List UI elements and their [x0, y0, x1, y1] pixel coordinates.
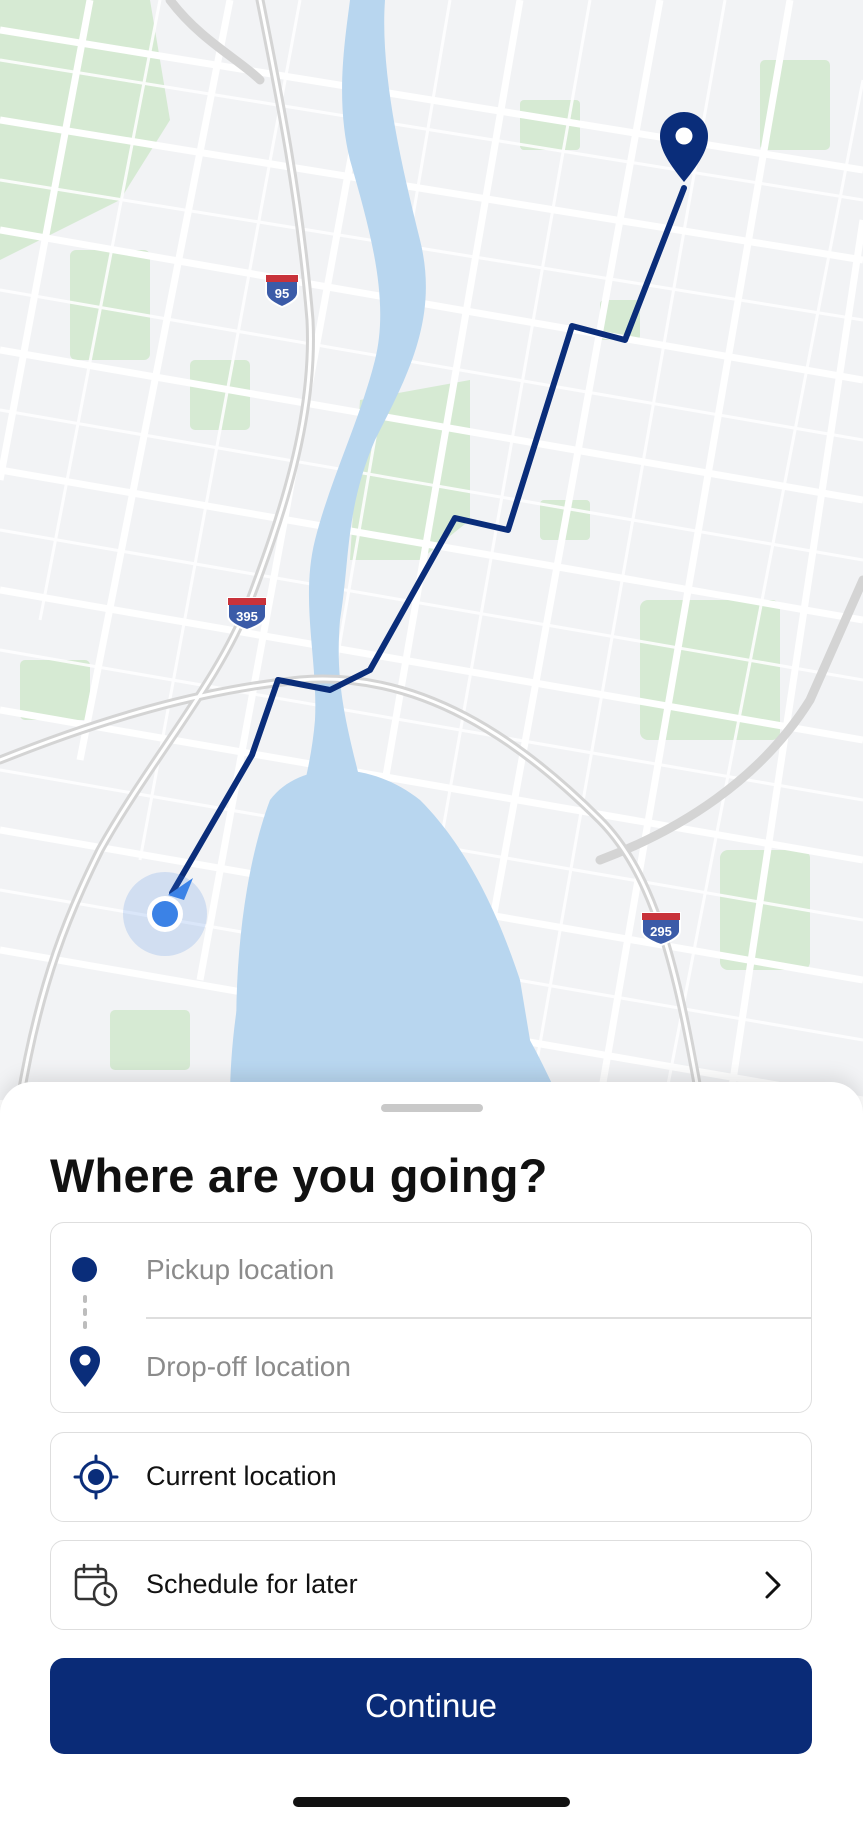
dropoff-input[interactable]	[146, 1342, 746, 1392]
current-location-label: Current location	[146, 1461, 337, 1491]
highway-shield-295-text: 295	[650, 924, 672, 939]
highway-shield-95-text: 95	[275, 286, 289, 301]
current-location-button[interactable]: Current location	[50, 1432, 812, 1522]
bottom-sheet: Where are you going? Current loca	[0, 1082, 863, 1822]
pickup-row[interactable]	[51, 1223, 811, 1317]
schedule-for-later-button[interactable]: Schedule for later	[50, 1540, 812, 1630]
continue-button[interactable]: Continue	[50, 1658, 812, 1754]
pickup-input[interactable]	[146, 1245, 746, 1295]
calendar-clock-icon	[73, 1562, 119, 1608]
pickup-dot-icon	[72, 1257, 97, 1282]
page-title: Where are you going?	[50, 1149, 548, 1202]
sheet-grabber[interactable]	[381, 1104, 483, 1112]
highway-shield-395-text: 395	[236, 609, 258, 624]
route-divider	[146, 1317, 811, 1319]
map-view[interactable]: 95 395 295	[0, 0, 863, 1100]
route-input-card	[50, 1222, 812, 1413]
dropoff-pin-icon	[70, 1346, 100, 1393]
home-indicator	[293, 1797, 570, 1807]
current-location-dot-icon[interactable]	[123, 872, 207, 956]
schedule-label: Schedule for later	[146, 1569, 358, 1599]
chevron-right-icon	[763, 1570, 783, 1605]
crosshair-icon	[73, 1454, 119, 1500]
dropoff-row[interactable]	[51, 1320, 811, 1414]
